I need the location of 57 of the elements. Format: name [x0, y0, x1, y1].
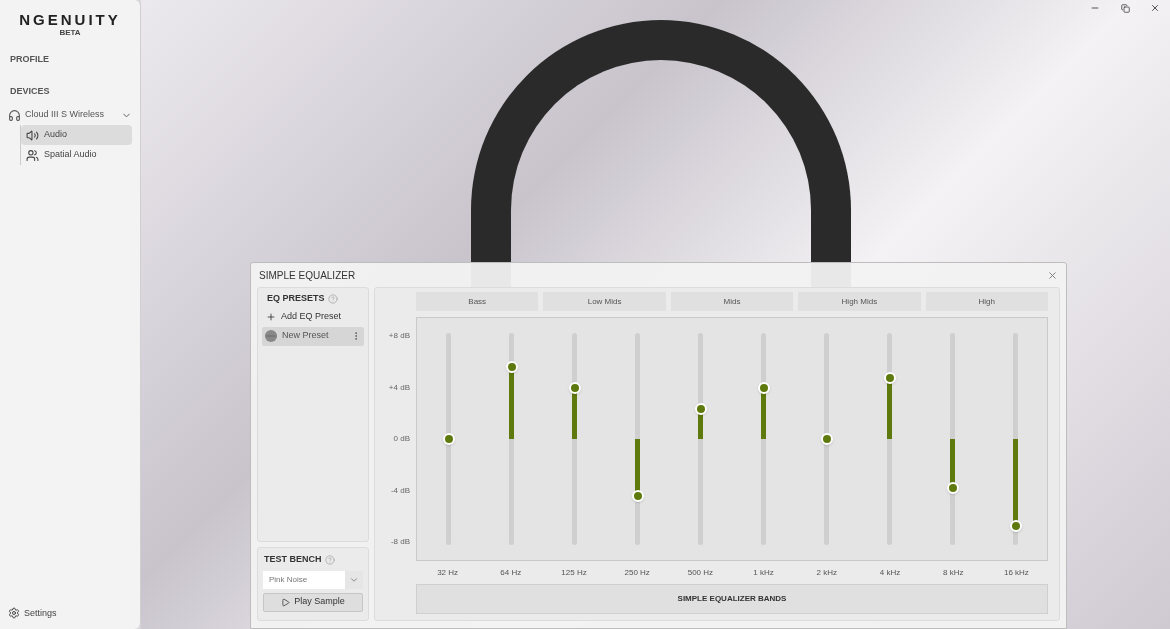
frequency-label: 250 Hz: [623, 566, 651, 579]
slider-thumb[interactable]: [946, 481, 959, 494]
slider-thumb[interactable]: [694, 403, 707, 416]
beta-label: BETA: [59, 29, 81, 37]
people-icon: [26, 148, 39, 162]
device-name[interactable]: Cloud III S Wireless: [25, 108, 121, 122]
db-label: +8 dB: [388, 331, 410, 341]
preset-name: New Preset: [282, 329, 330, 343]
nav-item[interactable]: Spatial Audio: [21, 145, 132, 165]
slider-thumb[interactable]: [442, 433, 455, 445]
frequency-label: 1 kHz: [752, 566, 775, 579]
frequency-label: 16 kHz: [1002, 566, 1030, 579]
slider-thumb[interactable]: [883, 371, 896, 384]
headphones-icon: [8, 108, 21, 122]
panel-heading: TEST BENCH: [264, 553, 322, 566]
restore-icon: [1120, 3, 1130, 13]
close-icon: [1150, 3, 1160, 13]
settings-icon: [8, 607, 20, 620]
band-group-label: High Mids: [798, 292, 921, 311]
band-group-label: Low Mids: [543, 292, 666, 311]
frequency-label: 64 Hz: [499, 566, 523, 579]
frequency-label: 125 Hz: [560, 566, 588, 579]
panel-heading: EQ PRESETS: [267, 292, 325, 305]
source-dropdown[interactable]: Pink Noise: [263, 570, 363, 589]
slider-thumb[interactable]: [820, 433, 833, 445]
app-logo: NGENUITY: [19, 12, 121, 27]
band-group-label: Bass: [416, 292, 539, 311]
frequency-label: 500 Hz: [686, 566, 715, 579]
section-heading[interactable]: DEVICES: [8, 84, 132, 98]
bands-footer: SIMPLE EQUALIZER BANDS: [416, 584, 1048, 614]
band-group-label: High: [925, 292, 1048, 311]
close-icon[interactable]: [1047, 269, 1058, 281]
plus-icon: [266, 311, 276, 322]
nav-item[interactable]: Audio: [21, 125, 132, 145]
play-sample-button[interactable]: Play Sample: [263, 592, 363, 612]
db-label: +4 dB: [388, 382, 410, 393]
slider-thumb[interactable]: [568, 382, 581, 395]
play-icon: [281, 597, 291, 607]
frequency-label: 8 kHz: [941, 566, 965, 579]
slider-thumb[interactable]: [505, 360, 518, 373]
dialog-title: SIMPLE EQUALIZER: [259, 268, 356, 283]
section-heading[interactable]: PROFILE: [8, 53, 132, 67]
frequency-label: 4 kHz: [878, 566, 902, 579]
add-preset-button[interactable]: Add EQ Preset: [262, 306, 364, 327]
preset-item[interactable]: New Preset: [262, 326, 364, 346]
speaker-icon: [26, 128, 39, 142]
db-label: -4 dB: [390, 485, 410, 496]
frequency-label: 32 Hz: [436, 566, 460, 579]
preset-icon: [265, 330, 277, 342]
db-label: -8 dB: [390, 537, 410, 547]
slider-thumb[interactable]: [757, 382, 770, 395]
band-group-label: Mids: [670, 292, 794, 311]
frequency-label: 2 kHz: [815, 566, 838, 579]
db-label: 0 dB: [393, 434, 410, 444]
settings-button[interactable]: Settings: [8, 606, 132, 620]
slider-thumb[interactable]: [1009, 519, 1022, 532]
slider-thumb[interactable]: [631, 490, 644, 503]
